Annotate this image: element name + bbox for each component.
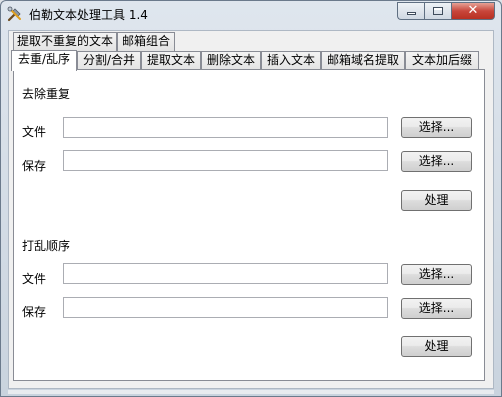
tab-delete-text[interactable]: 删除文本 (201, 51, 261, 70)
dedupe-save-input[interactable] (63, 150, 388, 171)
window-title: 伯勒文本处理工具 1.4 (29, 8, 148, 22)
tab-panel-dedupe-shuffle: 去除重复 文件 选择... 保存 选择... 处理 打乱顺序 文件 选择... … (13, 69, 485, 381)
dedupe-file-label: 文件 (22, 125, 47, 139)
dedupe-group-label: 去除重复 (22, 87, 71, 101)
tab-insert-text[interactable]: 插入文本 (261, 51, 321, 70)
tab-email-domain[interactable]: 邮箱域名提取 (321, 51, 405, 70)
minimize-button[interactable] (397, 2, 424, 20)
title-bar[interactable]: 伯勒文本处理工具 1.4 ✕ (1, 1, 501, 29)
close-icon: ✕ (467, 3, 479, 18)
shuffle-group-divider (82, 244, 390, 245)
app-window: 伯勒文本处理工具 1.4 ✕ 提取不重复的文本 邮箱组合 去重/乱序 分割/合并… (0, 0, 502, 397)
dedupe-save-label: 保存 (22, 159, 47, 173)
bottom-frame (8, 390, 494, 394)
shuffle-save-label: 保存 (22, 305, 47, 319)
close-button[interactable]: ✕ (451, 2, 495, 20)
shuffle-process-button[interactable]: 处理 (401, 336, 472, 357)
shuffle-save-input[interactable] (63, 297, 388, 318)
caption-buttons: ✕ (397, 2, 495, 20)
dedupe-group-divider (82, 92, 390, 93)
shuffle-file-browse-button[interactable]: 选择... (401, 264, 472, 285)
shuffle-file-input[interactable] (63, 263, 388, 284)
dedupe-file-browse-button[interactable]: 选择... (401, 117, 472, 138)
minimize-icon (407, 12, 416, 15)
shuffle-file-label: 文件 (22, 272, 47, 286)
tab-email-combine[interactable]: 邮箱组合 (117, 32, 175, 51)
tools-icon (7, 6, 21, 22)
tab-text-suffix[interactable]: 文本加后缀 (405, 51, 479, 70)
maximize-icon (433, 7, 443, 15)
dedupe-process-button[interactable]: 处理 (401, 190, 472, 211)
shuffle-save-browse-button[interactable]: 选择... (401, 298, 472, 319)
client-area: 提取不重复的文本 邮箱组合 去重/乱序 分割/合并 提取文本 删除文本 插入文本… (8, 30, 494, 389)
dedupe-save-browse-button[interactable]: 选择... (401, 151, 472, 172)
shuffle-group-label: 打乱顺序 (22, 239, 71, 253)
tab-unique-text[interactable]: 提取不重复的文本 (13, 32, 117, 51)
tab-extract-text[interactable]: 提取文本 (141, 51, 201, 70)
tab-split-merge[interactable]: 分割/合并 (77, 51, 141, 70)
maximize-button[interactable] (424, 2, 451, 20)
tab-dedupe-shuffle[interactable]: 去重/乱序 (11, 50, 77, 71)
dedupe-file-input[interactable] (63, 117, 388, 138)
